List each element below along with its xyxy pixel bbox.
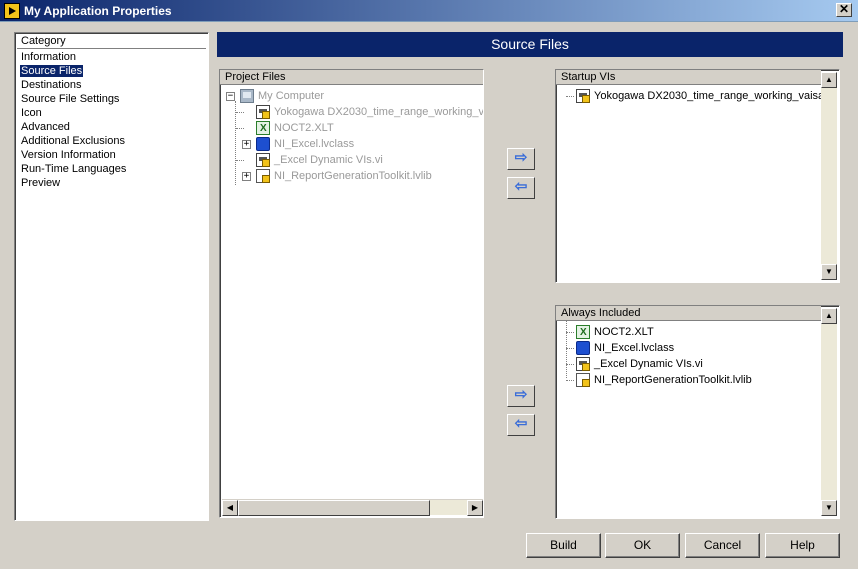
vertical-scrollbar[interactable]: ▲ ▼	[821, 308, 837, 516]
startup-vis-header: Startup VIs	[556, 70, 821, 85]
excel-template-icon	[256, 121, 270, 136]
tree-connector	[566, 364, 574, 365]
category-item-additional-exclusions[interactable]: Additional Exclusions	[15, 134, 208, 148]
help-button[interactable]: Help	[765, 533, 840, 558]
expand-icon[interactable]: +	[242, 140, 251, 149]
lvlib-icon	[576, 373, 590, 387]
category-item-label: Icon	[21, 107, 42, 119]
list-item[interactable]: NI_ReportGenerationToolkit.lvlib	[556, 372, 839, 388]
remove-always-included-button[interactable]: ⇦	[507, 414, 535, 436]
category-item-label: Additional Exclusions	[21, 135, 125, 147]
scroll-down-button[interactable]: ▼	[821, 264, 837, 280]
category-item-information[interactable]: Information	[15, 50, 208, 64]
category-item-run-time-languages[interactable]: Run-Time Languages	[15, 162, 208, 176]
category-item-label: Destinations	[21, 79, 82, 91]
category-item-label: Run-Time Languages	[21, 163, 127, 175]
tree-connector	[236, 160, 244, 161]
tree-item-label: NI_Excel.lvclass	[274, 138, 355, 150]
scroll-up-button[interactable]: ▲	[821, 72, 837, 88]
project-files-tree[interactable]: Project Files − My Computer Yokogawa DX2…	[219, 69, 484, 518]
category-item-destinations[interactable]: Destinations	[15, 78, 208, 92]
category-item-label: Preview	[21, 177, 61, 189]
list-item-label: _Excel Dynamic VIs.vi	[594, 358, 703, 370]
tree-item[interactable]: NOCT2.XLT	[220, 120, 483, 136]
category-item-preview[interactable]: Preview	[15, 176, 208, 190]
list-item[interactable]: Yokogawa DX2030_time_range_working_vaisa…	[556, 88, 839, 104]
add-startup-vi-button[interactable]: ⇨	[507, 148, 535, 170]
category-item-version-information[interactable]: Version Information	[15, 148, 208, 162]
startup-vis-list[interactable]: Startup VIs Yokogawa DX2030_time_range_w…	[555, 69, 840, 283]
vertical-scrollbar[interactable]: ▲ ▼	[821, 72, 837, 280]
tree-item-label: NI_ReportGenerationToolkit.lvlib	[274, 170, 432, 182]
category-item-label: Source File Settings	[21, 93, 120, 105]
category-item-label: Information	[21, 51, 77, 63]
tree-connector	[566, 348, 574, 349]
remove-startup-vi-button[interactable]: ⇦	[507, 177, 535, 199]
category-list[interactable]: Category Information Source Files Destin…	[14, 32, 209, 521]
close-button[interactable]: ✕	[836, 3, 852, 17]
page-title: Source Files	[217, 32, 843, 57]
tree-item-label: NOCT2.XLT	[274, 122, 334, 134]
scroll-up-button[interactable]: ▲	[821, 308, 837, 324]
app-icon	[4, 3, 20, 19]
collapse-icon[interactable]: −	[226, 92, 235, 101]
category-item-icon[interactable]: Icon	[15, 106, 208, 120]
category-item-advanced[interactable]: Advanced	[15, 120, 208, 134]
expand-icon[interactable]: +	[242, 172, 251, 181]
lvlib-icon	[256, 169, 270, 183]
category-header: Category	[17, 35, 206, 49]
always-included-header: Always Included	[556, 306, 821, 321]
tree-connector	[566, 380, 574, 381]
tree-item[interactable]: + NI_ReportGenerationToolkit.lvlib	[220, 168, 483, 184]
horizontal-scrollbar[interactable]: ◀ ▶	[222, 499, 483, 516]
tree-item[interactable]: _Excel Dynamic VIs.vi	[220, 152, 483, 168]
list-item[interactable]: _Excel Dynamic VIs.vi	[556, 356, 839, 372]
tree-item[interactable]: + NI_Excel.lvclass	[220, 136, 483, 152]
tree-item-label: _Excel Dynamic VIs.vi	[274, 154, 383, 166]
title-bar: My Application Properties ✕	[0, 0, 858, 22]
list-item-label: NI_Excel.lvclass	[594, 342, 675, 354]
category-item-label: Source Files	[20, 65, 84, 77]
category-item-label: Version Information	[21, 149, 116, 161]
tree-item[interactable]: Yokogawa DX2030_time_range_working_va	[220, 104, 483, 120]
lvclass-icon	[576, 341, 590, 355]
always-included-list[interactable]: Always Included NOCT2.XLT NI_Excel.lvcla…	[555, 305, 840, 519]
list-item-label: NI_ReportGenerationToolkit.lvlib	[594, 374, 752, 386]
build-button[interactable]: Build	[526, 533, 601, 558]
tree-item-label: My Computer	[258, 90, 325, 102]
category-item-source-files[interactable]: Source Files	[15, 64, 208, 78]
tree-connector	[566, 332, 574, 333]
tree-item-my-computer[interactable]: − My Computer	[220, 88, 483, 104]
excel-template-icon	[576, 325, 590, 340]
tree-connector	[566, 96, 574, 97]
scroll-down-button[interactable]: ▼	[821, 500, 837, 516]
add-always-included-button[interactable]: ⇨	[507, 385, 535, 407]
scroll-left-button[interactable]: ◀	[222, 500, 238, 516]
cancel-button[interactable]: Cancel	[685, 533, 760, 558]
vi-icon	[256, 105, 270, 119]
tree-item-label: Yokogawa DX2030_time_range_working_va	[274, 106, 483, 118]
category-item-label: Advanced	[21, 121, 70, 133]
list-item[interactable]: NI_Excel.lvclass	[556, 340, 839, 356]
vi-icon	[576, 89, 590, 103]
lvclass-icon	[256, 137, 270, 151]
scroll-thumb[interactable]	[238, 500, 430, 516]
vi-icon	[256, 153, 270, 167]
tree-connector	[236, 112, 244, 113]
category-item-source-file-settings[interactable]: Source File Settings	[15, 92, 208, 106]
ok-button[interactable]: OK	[605, 533, 680, 558]
window-title: My Application Properties	[24, 4, 172, 18]
list-item[interactable]: NOCT2.XLT	[556, 324, 839, 340]
vi-icon	[576, 357, 590, 371]
project-files-header: Project Files	[220, 70, 483, 85]
computer-icon	[240, 89, 254, 103]
list-item-label: NOCT2.XLT	[594, 326, 654, 338]
scroll-right-button[interactable]: ▶	[467, 500, 483, 516]
tree-connector	[236, 128, 244, 129]
list-item-label: Yokogawa DX2030_time_range_working_vaisa…	[594, 90, 833, 102]
